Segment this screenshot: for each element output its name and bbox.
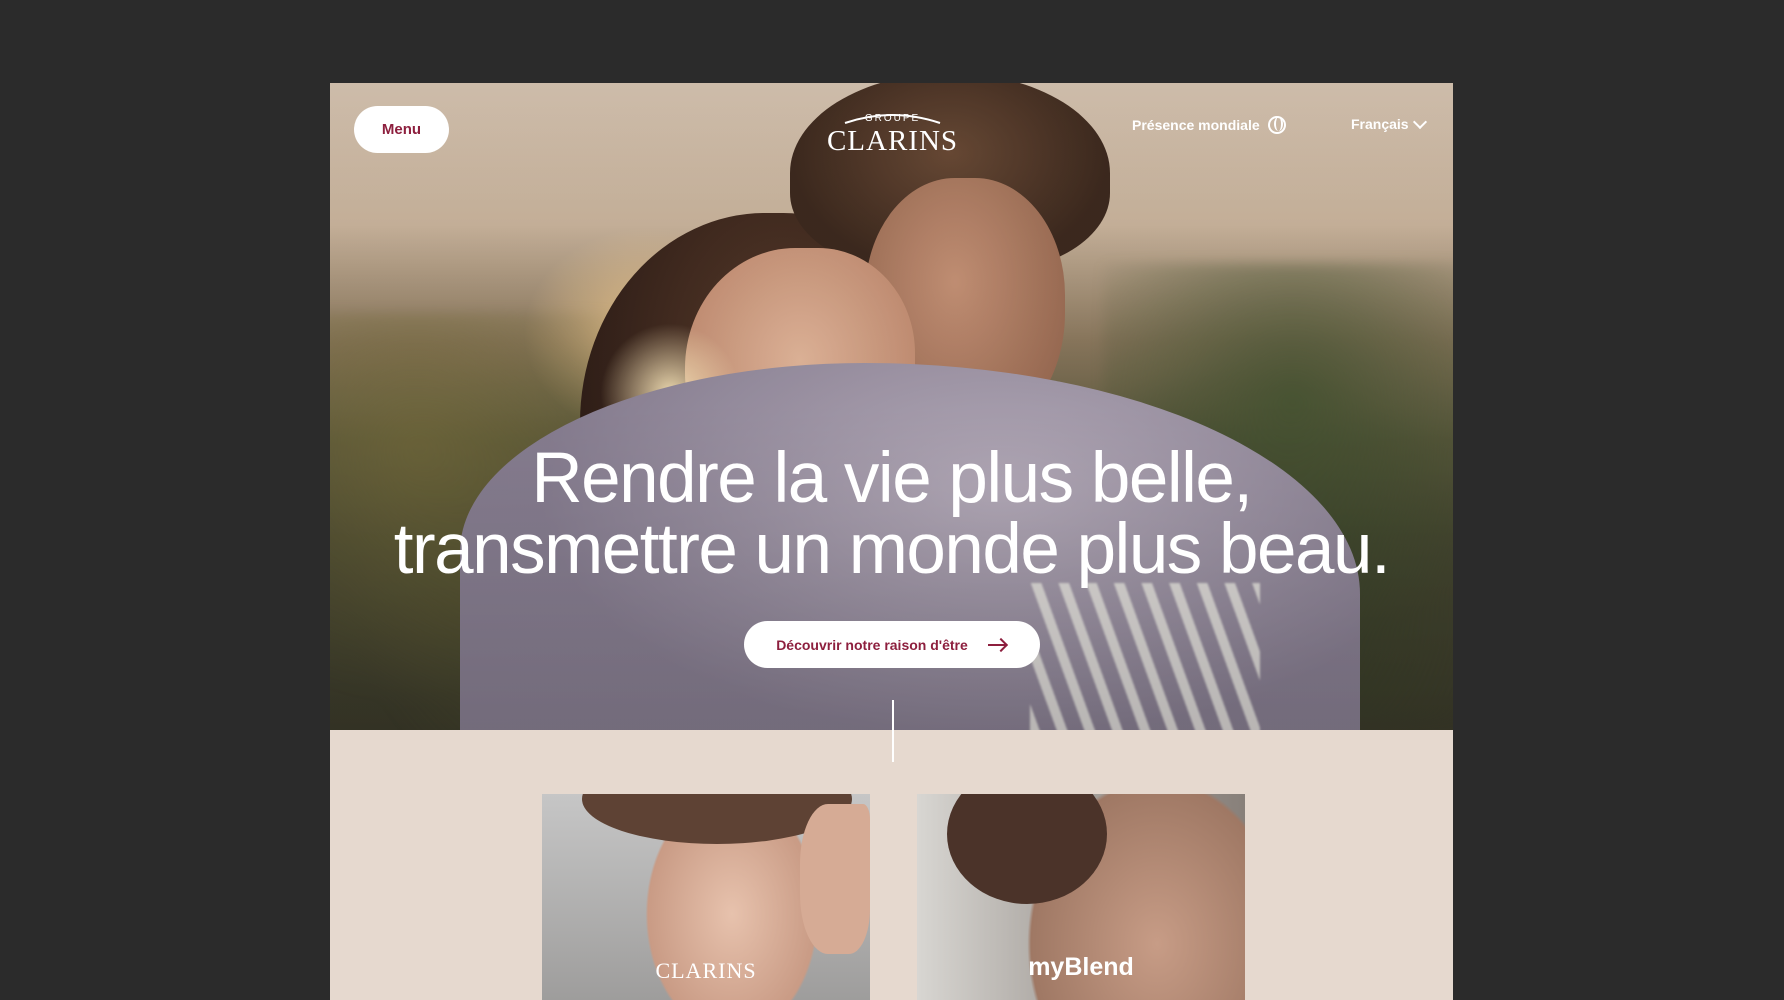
hero-headline-line2: transmettre un monde plus beau. bbox=[393, 510, 1391, 589]
chevron-down-icon bbox=[1412, 114, 1427, 130]
discover-purpose-button[interactable]: Découvrir notre raison d'être bbox=[744, 621, 1040, 668]
menu-button[interactable]: Menu bbox=[354, 106, 449, 153]
language-selector[interactable]: Français bbox=[1351, 114, 1427, 132]
website-frame: Menu GROUPE CLARINS Présence mondiale Fr… bbox=[330, 83, 1453, 1000]
groupe-clarins-logo[interactable]: GROUPE CLARINS bbox=[805, 101, 980, 161]
brand-card-myblend[interactable]: myBlend bbox=[917, 794, 1245, 1000]
card-photo-hand bbox=[800, 804, 870, 954]
brand-card-label: myBlend bbox=[1028, 953, 1134, 981]
hero-section: Menu GROUPE CLARINS Présence mondiale Fr… bbox=[330, 83, 1453, 730]
presence-mondiale-label: Présence mondiale bbox=[1132, 117, 1260, 133]
language-label: Français bbox=[1351, 116, 1409, 132]
presence-mondiale-link[interactable]: Présence mondiale bbox=[1132, 116, 1286, 134]
brand-card-clarins[interactable]: CLARINS bbox=[542, 794, 870, 1000]
logo-main-text: CLARINS bbox=[826, 125, 959, 157]
brand-card-label: CLARINS bbox=[655, 958, 757, 983]
hero-headline: Rendre la vie plus belle, transmettre un… bbox=[330, 443, 1453, 585]
discover-purpose-label: Découvrir notre raison d'être bbox=[776, 636, 968, 653]
scroll-indicator-line bbox=[892, 700, 894, 762]
card-photo-hair bbox=[947, 794, 1107, 904]
hero-headline-line1: Rendre la vie plus belle, bbox=[531, 439, 1253, 518]
logo-top-text: GROUPE bbox=[864, 113, 921, 124]
globe-icon bbox=[1267, 116, 1286, 134]
arrow-right-icon bbox=[987, 638, 1008, 652]
